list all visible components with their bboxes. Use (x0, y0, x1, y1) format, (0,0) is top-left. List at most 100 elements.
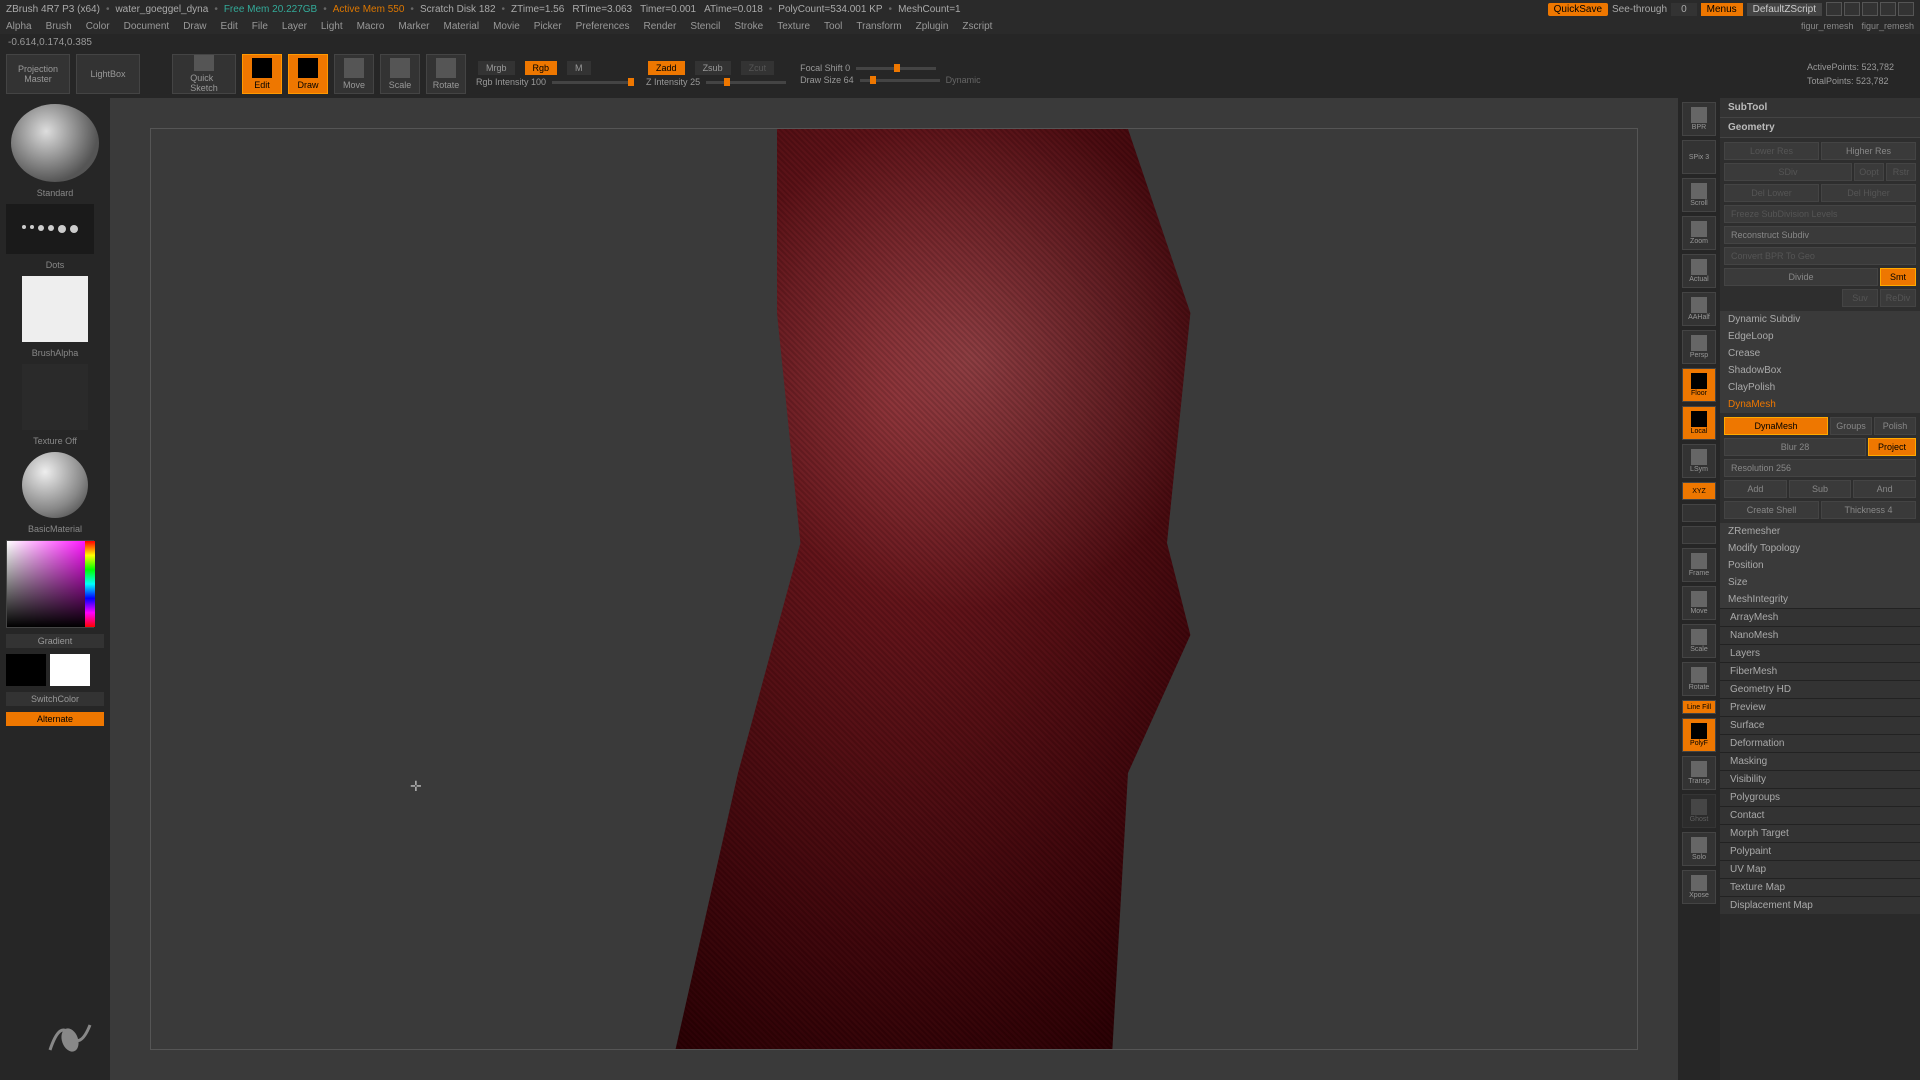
ghost-button[interactable]: Ghost (1682, 794, 1716, 828)
rediv-button[interactable]: ReDiv (1880, 289, 1916, 307)
menu-picker[interactable]: Picker (534, 21, 562, 32)
minimize-icon[interactable] (1862, 2, 1878, 16)
dynamesh-button[interactable]: DynaMesh (1724, 417, 1828, 435)
home-icon[interactable] (1826, 2, 1842, 16)
primary-color-swatch[interactable] (50, 654, 90, 686)
dynamic-subdiv-header[interactable]: Dynamic Subdiv (1720, 311, 1920, 328)
menu-color[interactable]: Color (86, 21, 110, 32)
move-button[interactable]: Move (334, 54, 374, 94)
geometry-header[interactable]: Geometry (1720, 118, 1920, 138)
rgb-chip[interactable]: Rgb (525, 61, 558, 75)
mrgb-chip[interactable]: Mrgb (478, 61, 515, 75)
menu-macro[interactable]: Macro (357, 21, 385, 32)
shadowbox-header[interactable]: ShadowBox (1720, 362, 1920, 379)
dynamesh-header[interactable]: DynaMesh (1720, 396, 1920, 413)
section-arraymesh[interactable]: ArrayMesh (1720, 608, 1920, 626)
local-button[interactable]: Local (1682, 406, 1716, 440)
sub-button[interactable]: Sub (1789, 480, 1852, 498)
floor-button[interactable]: Floor (1682, 368, 1716, 402)
alternate-button[interactable]: Alternate (6, 712, 104, 726)
crease-header[interactable]: Crease (1720, 345, 1920, 362)
menu-stroke[interactable]: Stroke (734, 21, 763, 32)
scale-nav-button[interactable]: Scale (1682, 624, 1716, 658)
section-visibility[interactable]: Visibility (1720, 770, 1920, 788)
menu-document[interactable]: Document (124, 21, 170, 32)
add-button[interactable]: Add (1724, 480, 1787, 498)
lightbox-button[interactable]: LightBox (76, 54, 140, 94)
stroke-preview[interactable] (6, 204, 94, 254)
default-zscript-button[interactable]: DefaultZScript (1747, 3, 1822, 16)
menu-transform[interactable]: Transform (856, 21, 901, 32)
aahalf-button[interactable]: AAHalf (1682, 292, 1716, 326)
claypolish-header[interactable]: ClayPolish (1720, 379, 1920, 396)
menu-file[interactable]: File (252, 21, 268, 32)
menu-brush[interactable]: Brush (46, 21, 72, 32)
color-picker[interactable] (6, 540, 94, 628)
frame-button[interactable]: Frame (1682, 548, 1716, 582)
zadd-chip[interactable]: Zadd (648, 61, 685, 75)
gradient-button[interactable]: Gradient (6, 634, 104, 648)
section-contact[interactable]: Contact (1720, 806, 1920, 824)
nav-button-2[interactable] (1682, 526, 1716, 544)
bpr-button[interactable]: BPR (1682, 102, 1716, 136)
quicksave-button[interactable]: QuickSave (1548, 3, 1608, 16)
smt-button[interactable]: Smt (1880, 268, 1916, 286)
rotate-nav-button[interactable]: Rotate (1682, 662, 1716, 696)
menu-material[interactable]: Material (444, 21, 480, 32)
transp-button[interactable]: Transp (1682, 756, 1716, 790)
canvas[interactable]: ✛ (110, 98, 1678, 1080)
create-shell-button[interactable]: Create Shell (1724, 501, 1819, 519)
thickness-slider[interactable]: Thickness 4 (1821, 501, 1916, 519)
section-preview[interactable]: Preview (1720, 698, 1920, 716)
seethrough-value[interactable]: 0 (1671, 3, 1697, 16)
nav-button-1[interactable] (1682, 504, 1716, 522)
menu-preferences[interactable]: Preferences (576, 21, 630, 32)
del-lower-button[interactable]: Del Lower (1724, 184, 1819, 202)
oopt-button[interactable]: Oopt (1854, 163, 1884, 181)
reconstruct-subdiv-button[interactable]: Reconstruct Subdiv (1724, 226, 1916, 244)
section-fibermesh[interactable]: FiberMesh (1720, 662, 1920, 680)
section-nanomesh[interactable]: NanoMesh (1720, 626, 1920, 644)
section-displacementmap[interactable]: Displacement Map (1720, 896, 1920, 914)
polish-button[interactable]: Polish (1874, 417, 1916, 435)
projection-master-button[interactable]: Projection Master (6, 54, 70, 94)
hue-strip[interactable] (85, 541, 95, 627)
and-button[interactable]: And (1853, 480, 1916, 498)
blur-slider[interactable]: Blur 28 (1724, 438, 1866, 456)
section-geometryhd[interactable]: Geometry HD (1720, 680, 1920, 698)
zoom-button[interactable]: Zoom (1682, 216, 1716, 250)
modify-topology-header[interactable]: Modify Topology (1720, 540, 1920, 557)
section-texturemap[interactable]: Texture Map (1720, 878, 1920, 896)
menu-texture[interactable]: Texture (777, 21, 810, 32)
section-polygroups[interactable]: Polygroups (1720, 788, 1920, 806)
menu-edit[interactable]: Edit (221, 21, 238, 32)
rgb-intensity-slider[interactable] (552, 81, 632, 84)
maximize-icon[interactable] (1880, 2, 1896, 16)
section-masking[interactable]: Masking (1720, 752, 1920, 770)
subtool-header[interactable]: SubTool (1720, 98, 1920, 118)
linefill-button[interactable]: Line Fill (1682, 700, 1716, 714)
persp-button[interactable]: Persp (1682, 330, 1716, 364)
convert-bpr-button[interactable]: Convert BPR To Geo (1724, 247, 1916, 265)
del-higher-button[interactable]: Del Higher (1821, 184, 1916, 202)
scroll-button[interactable]: Scroll (1682, 178, 1716, 212)
edgeloop-header[interactable]: EdgeLoop (1720, 328, 1920, 345)
size-header[interactable]: Size (1720, 574, 1920, 591)
solo-button[interactable]: Solo (1682, 832, 1716, 866)
secondary-color-swatch[interactable] (6, 654, 46, 686)
menu-marker[interactable]: Marker (398, 21, 429, 32)
dynamic-label[interactable]: Dynamic (946, 75, 981, 85)
move-nav-button[interactable]: Move (1682, 586, 1716, 620)
scale-button[interactable]: Scale (380, 54, 420, 94)
position-header[interactable]: Position (1720, 557, 1920, 574)
rotate-button[interactable]: Rotate (426, 54, 466, 94)
resolution-slider[interactable]: Resolution 256 (1724, 459, 1916, 477)
material-preview[interactable] (22, 452, 88, 518)
menu-layer[interactable]: Layer (282, 21, 307, 32)
menu-render[interactable]: Render (644, 21, 677, 32)
sdiv-slider[interactable]: SDiv (1724, 163, 1852, 181)
section-layers[interactable]: Layers (1720, 644, 1920, 662)
close-icon[interactable] (1898, 2, 1914, 16)
section-surface[interactable]: Surface (1720, 716, 1920, 734)
focal-shift-slider[interactable] (856, 67, 936, 70)
